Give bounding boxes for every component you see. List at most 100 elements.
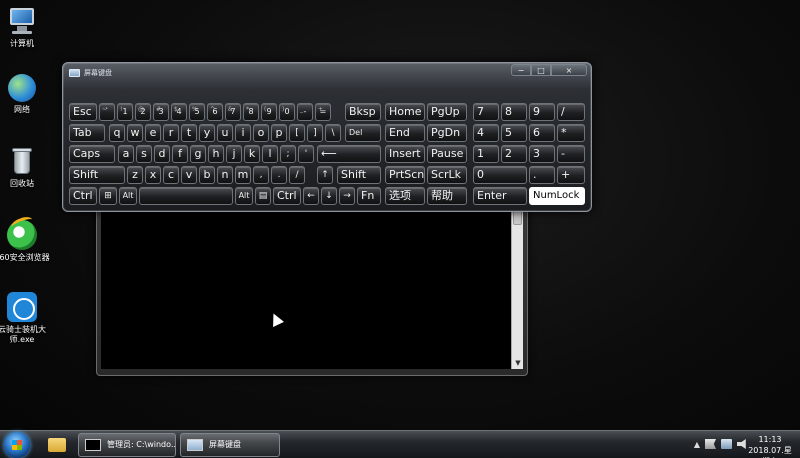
key-6[interactable]: 6 ^ bbox=[207, 103, 223, 121]
on-screen-keyboard-window[interactable]: 屏幕键盘 − □ × Esc ` ~ 1! 2 @ 3 # 4 $ 5% 6 ^ 7 & 8… bbox=[62, 62, 592, 212]
key-alt-left[interactable]: Alt bbox=[119, 187, 137, 205]
key-insert[interactable]: Insert bbox=[385, 145, 425, 163]
desktop-icon-recycle-bin[interactable]: 回收站 bbox=[0, 146, 50, 189]
key-comma[interactable]: , bbox=[253, 166, 269, 184]
key-a[interactable]: a bbox=[118, 145, 134, 163]
taskbar-item-console[interactable]: 管理员: C:\windo... bbox=[78, 433, 176, 457]
key-enter[interactable]: ⟵ bbox=[317, 145, 381, 163]
key-quote[interactable]: ' bbox=[298, 145, 314, 163]
key-num-plus[interactable]: + bbox=[557, 166, 585, 184]
key-semicolon[interactable]: ; bbox=[280, 145, 296, 163]
key-num0[interactable]: 0 bbox=[473, 166, 527, 184]
key-8[interactable]: 8 * bbox=[243, 103, 259, 121]
key-num-minus[interactable]: - bbox=[557, 145, 585, 163]
key-num3[interactable]: 3 bbox=[529, 145, 555, 163]
key-s[interactable]: s bbox=[136, 145, 152, 163]
key-prtscn[interactable]: PrtScn bbox=[385, 166, 425, 184]
key-tab[interactable]: Tab bbox=[69, 124, 105, 142]
action-center-flag-icon[interactable] bbox=[705, 439, 716, 449]
console-client-area[interactable] bbox=[101, 185, 511, 369]
desktop-icon-network[interactable]: 网络 bbox=[0, 74, 50, 115]
key-h[interactable]: h bbox=[208, 145, 224, 163]
key-b[interactable]: b bbox=[199, 166, 215, 184]
key-5[interactable]: 5% bbox=[189, 103, 205, 121]
start-button[interactable] bbox=[4, 432, 30, 458]
clock[interactable]: 11:13 2018.07.星期六 bbox=[746, 434, 794, 458]
explorer-folder-icon[interactable] bbox=[40, 433, 74, 457]
key-w[interactable]: w bbox=[127, 124, 143, 142]
key-down-arrow[interactable]: ↓ bbox=[321, 187, 337, 205]
key-g[interactable]: g bbox=[190, 145, 206, 163]
key-period[interactable]: . bbox=[271, 166, 287, 184]
key-pause[interactable]: Pause bbox=[427, 145, 467, 163]
desktop-icon-computer[interactable]: 计算机 bbox=[0, 6, 50, 49]
key-3[interactable]: 3 # bbox=[153, 103, 169, 121]
key-n[interactable]: n bbox=[217, 166, 233, 184]
key-close-bracket[interactable]: ] bbox=[307, 124, 323, 142]
key-num7[interactable]: 7 bbox=[473, 103, 499, 121]
key-1[interactable]: 1! bbox=[117, 103, 133, 121]
key-4[interactable]: 4 $ bbox=[171, 103, 187, 121]
key-end[interactable]: End bbox=[385, 124, 425, 142]
key-windows[interactable]: ⊞ bbox=[99, 187, 117, 205]
key-c[interactable]: c bbox=[163, 166, 179, 184]
key-pgdn[interactable]: PgDn bbox=[427, 124, 467, 142]
key-p[interactable]: p bbox=[271, 124, 287, 142]
key-equals[interactable]: = + bbox=[315, 103, 331, 121]
key-num9[interactable]: 9 bbox=[529, 103, 555, 121]
taskbar-item-osk[interactable]: 屏幕键盘 bbox=[180, 433, 280, 457]
key-num-decimal[interactable]: . bbox=[529, 166, 555, 184]
key-caps[interactable]: Caps bbox=[69, 145, 115, 163]
key-num5[interactable]: 5 bbox=[501, 124, 527, 142]
key-k[interactable]: k bbox=[244, 145, 260, 163]
key-q[interactable]: q bbox=[109, 124, 125, 142]
key-9[interactable]: 9( bbox=[261, 103, 277, 121]
key-2[interactable]: 2 @ bbox=[135, 103, 151, 121]
key-num8[interactable]: 8 bbox=[501, 103, 527, 121]
key-ctrl-right[interactable]: Ctrl bbox=[273, 187, 301, 205]
key-backslash[interactable]: \ bbox=[325, 124, 341, 142]
key-num-enter[interactable]: Enter bbox=[473, 187, 527, 205]
key-right-arrow[interactable]: → bbox=[339, 187, 355, 205]
key-scrlk[interactable]: ScrLk bbox=[427, 166, 467, 184]
key-pgup[interactable]: PgUp bbox=[427, 103, 467, 121]
key-u[interactable]: u bbox=[217, 124, 233, 142]
key-fn[interactable]: Fn bbox=[357, 187, 381, 205]
key-numlock[interactable]: NumLock bbox=[529, 187, 585, 205]
key-f[interactable]: f bbox=[172, 145, 188, 163]
key-backtick[interactable]: ` ~ bbox=[99, 103, 115, 121]
key-o[interactable]: o bbox=[253, 124, 269, 142]
key-space[interactable] bbox=[139, 187, 233, 205]
desktop-icon-360-browser[interactable]: 360安全浏览器 bbox=[0, 220, 50, 263]
key-num2[interactable]: 2 bbox=[501, 145, 527, 163]
key-menu[interactable]: ▤ bbox=[255, 187, 271, 205]
help-button[interactable]: 帮助 bbox=[427, 187, 467, 205]
key-i[interactable]: i bbox=[235, 124, 251, 142]
key-num4[interactable]: 4 bbox=[473, 124, 499, 142]
key-num-divide[interactable]: / bbox=[557, 103, 585, 121]
key-e[interactable]: e bbox=[145, 124, 161, 142]
key-alt-right[interactable]: Alt bbox=[235, 187, 253, 205]
console-scrollbar[interactable]: ▲ ▼ bbox=[511, 185, 523, 369]
key-l[interactable]: l bbox=[262, 145, 278, 163]
key-home[interactable]: Home bbox=[385, 103, 425, 121]
key-esc[interactable]: Esc bbox=[69, 103, 97, 121]
key-backspace[interactable]: Bksp bbox=[345, 103, 381, 121]
key-j[interactable]: j bbox=[226, 145, 242, 163]
key-m[interactable]: m bbox=[235, 166, 251, 184]
options-button[interactable]: 选项 bbox=[385, 187, 425, 205]
key-shift-right[interactable]: Shift bbox=[337, 166, 381, 184]
key-r[interactable]: r bbox=[163, 124, 179, 142]
key-num-multiply[interactable]: * bbox=[557, 124, 585, 142]
key-z[interactable]: z bbox=[127, 166, 143, 184]
key-7[interactable]: 7 & bbox=[225, 103, 241, 121]
key-num1[interactable]: 1 bbox=[473, 145, 499, 163]
maximize-button[interactable]: □ bbox=[531, 64, 551, 76]
key-v[interactable]: v bbox=[181, 166, 197, 184]
key-x[interactable]: x bbox=[145, 166, 161, 184]
key-num6[interactable]: 6 bbox=[529, 124, 555, 142]
key-slash[interactable]: / bbox=[289, 166, 305, 184]
key-ctrl-left[interactable]: Ctrl bbox=[69, 187, 97, 205]
key-0[interactable]: 0) bbox=[279, 103, 295, 121]
minimize-button[interactable]: − bbox=[511, 64, 531, 76]
